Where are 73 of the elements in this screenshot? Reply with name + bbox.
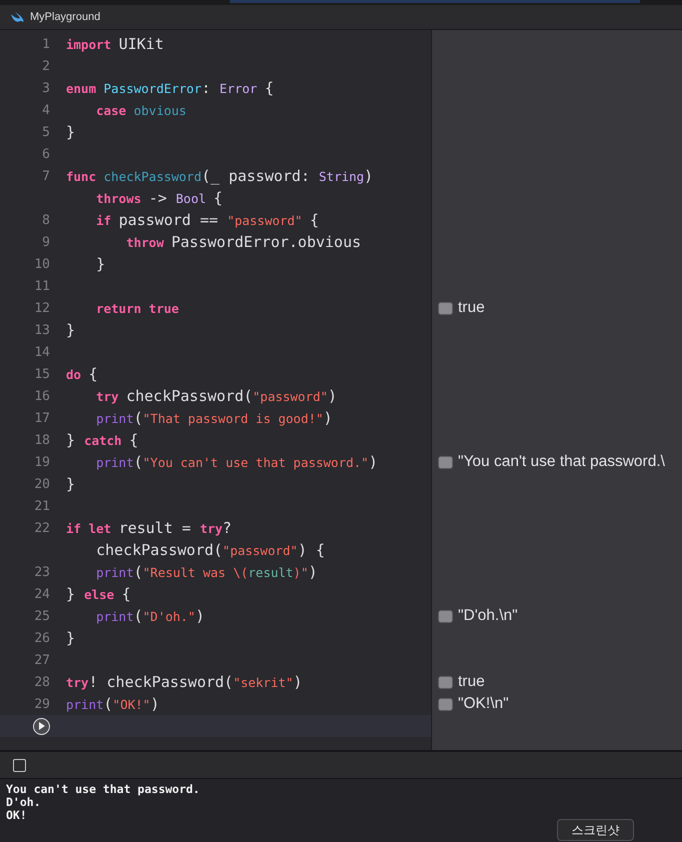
line-number: 11 bbox=[33, 278, 50, 294]
code-line: return true bbox=[95, 300, 179, 316]
line-number: 18 bbox=[33, 432, 50, 448]
code-line: } bbox=[66, 475, 76, 493]
line-number: 22 bbox=[33, 520, 50, 536]
result-toggle[interactable] bbox=[438, 698, 453, 710]
line-number: 2 bbox=[41, 58, 50, 74]
result-value: true bbox=[458, 673, 485, 691]
code-line: print("OK!") bbox=[66, 695, 160, 713]
code-line: func checkPassword(_ password: String) bbox=[66, 167, 374, 185]
result-value: "OK!\n" bbox=[458, 695, 509, 713]
code-line: } bbox=[66, 629, 76, 647]
result-toggle[interactable] bbox=[438, 610, 453, 622]
line-number: 15 bbox=[33, 366, 50, 382]
file-name: MyPlayground bbox=[30, 11, 100, 23]
code-line: case obvious bbox=[95, 102, 186, 118]
line-number: 27 bbox=[33, 652, 50, 668]
line-number: 1 bbox=[41, 36, 50, 52]
code-line: try checkPassword("password") bbox=[95, 387, 337, 405]
code-line: try! checkPassword("sekrit") bbox=[66, 673, 302, 691]
line-number: 14 bbox=[33, 344, 50, 360]
line-number: 16 bbox=[33, 388, 50, 404]
line-number: 3 bbox=[41, 80, 50, 96]
line-number: 19 bbox=[33, 454, 50, 470]
code-line: print("D'oh.") bbox=[95, 607, 204, 625]
line-number: 4 bbox=[41, 102, 50, 118]
play-icon bbox=[38, 722, 45, 730]
console-line: D'oh. bbox=[6, 796, 41, 809]
line-number: 13 bbox=[33, 322, 50, 338]
code-line: print("That password is good!") bbox=[95, 409, 332, 427]
line-number: 29 bbox=[33, 696, 50, 712]
run-button[interactable] bbox=[33, 718, 50, 734]
line-number: 25 bbox=[33, 608, 50, 624]
line-number: 5 bbox=[41, 124, 50, 140]
code-line: if password == "password" { bbox=[95, 211, 319, 229]
overlay-button[interactable]: 스크린샷 bbox=[557, 819, 634, 841]
code-line: print("Result was \(result)") bbox=[95, 563, 318, 581]
code-line: throw PasswordError.obvious bbox=[125, 233, 362, 251]
code-line: enum PasswordError: Error { bbox=[66, 79, 274, 97]
debug-toggle[interactable] bbox=[13, 758, 26, 772]
line-number: 24 bbox=[33, 586, 50, 602]
code-line: } else { bbox=[66, 585, 131, 603]
code-line: } catch { bbox=[66, 431, 138, 449]
code-line: throws -> Bool { bbox=[95, 189, 223, 207]
line-number: 28 bbox=[33, 674, 50, 690]
code-line: print("You can't use that password.") bbox=[95, 453, 378, 471]
bird-icon bbox=[10, 12, 24, 22]
line-number: 12 bbox=[33, 300, 50, 316]
line-number: 21 bbox=[33, 498, 50, 514]
console-line: OK! bbox=[6, 809, 27, 822]
line-number: 8 bbox=[41, 212, 50, 228]
line-number: 26 bbox=[33, 630, 50, 646]
code-line: } bbox=[66, 321, 76, 339]
code-line: import UIKit bbox=[66, 35, 164, 53]
result-toggle[interactable] bbox=[438, 456, 453, 468]
code-line: if let result = try? bbox=[66, 519, 232, 537]
line-number: 17 bbox=[33, 410, 50, 426]
code-line: } bbox=[95, 255, 106, 273]
result-value: "You can't use that password.\ bbox=[458, 453, 665, 471]
line-number: 23 bbox=[33, 564, 50, 580]
code-line: } bbox=[66, 123, 76, 141]
result-toggle[interactable] bbox=[438, 676, 453, 688]
result-value: "D'oh.\n" bbox=[458, 607, 518, 625]
line-number: 10 bbox=[33, 256, 50, 272]
line-number: 20 bbox=[33, 476, 50, 492]
line-number: 7 bbox=[41, 168, 50, 184]
console-line: You can't use that password. bbox=[6, 783, 200, 796]
line-number: 9 bbox=[41, 234, 50, 250]
line-number: 6 bbox=[41, 146, 50, 162]
code-line: do { bbox=[66, 365, 98, 383]
result-toggle[interactable] bbox=[438, 302, 453, 314]
code-line: checkPassword("password") { bbox=[95, 541, 325, 559]
result-value: true bbox=[458, 299, 485, 317]
